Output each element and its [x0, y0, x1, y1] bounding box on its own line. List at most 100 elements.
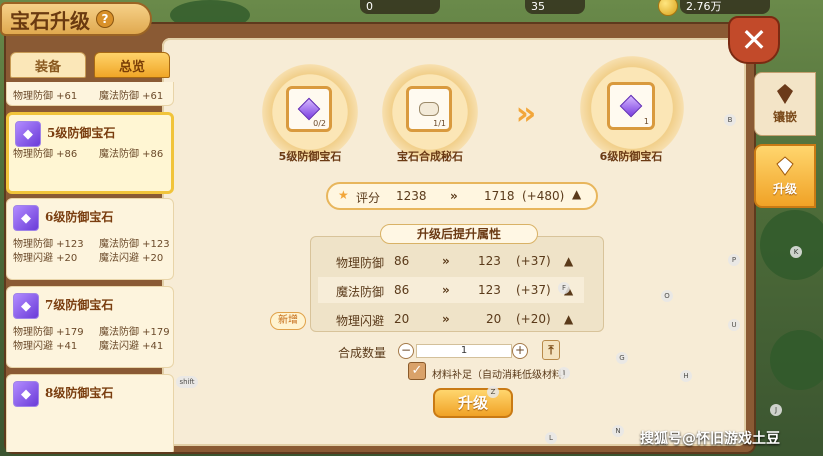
top-resource-bar: 0 35 2.76万	[150, 0, 823, 18]
list-item-attr: 物理防御 +123	[13, 239, 84, 250]
gem-list[interactable]: 物理防御 +61 魔法防御 +61 ◆ 5级防御宝石 物理防御 +86 魔法防御…	[4, 82, 176, 452]
chevron-right-icon: »	[442, 312, 450, 326]
source-gem-slot[interactable]: 0/2	[286, 86, 332, 132]
watermark: 搜狐号@怀旧游戏土豆	[640, 431, 780, 447]
attr-before: 86	[394, 283, 410, 297]
slot-count: 1	[643, 117, 649, 126]
arrow-right-icon: »	[515, 94, 537, 132]
attr-diff: (+37)	[516, 254, 551, 268]
recipe-slot[interactable]: 1/1	[406, 86, 452, 132]
key-overlay-dot[interactable]: Z	[487, 386, 499, 398]
quantity-input[interactable]: 1	[416, 344, 512, 358]
up-arrow-icon: ▲	[572, 187, 582, 201]
key-overlay-dot[interactable]: L	[545, 432, 557, 444]
list-item-attr: 魔法防御 +86	[99, 149, 164, 160]
key-overlay-dot[interactable]: N	[612, 425, 624, 437]
upgrade-button[interactable]: 升级	[433, 388, 513, 418]
quantity-minus-button[interactable]: −	[398, 343, 414, 359]
quantity-label: 合成数量	[338, 346, 387, 360]
tab-overview[interactable]: 总览	[94, 52, 170, 78]
source-gem-label: 5级防御宝石	[278, 150, 342, 163]
new-attribute-tag: 新增	[270, 312, 306, 330]
key-overlay-dot[interactable]: G	[616, 352, 628, 364]
score-bar: ★ 评分 1238 » 1718 (+480) ▲	[326, 182, 598, 210]
list-item-attr: 物理防御 +61	[13, 91, 78, 102]
list-item[interactable]: ◆ 6级防御宝石 物理防御 +123 魔法防御 +123 物理闪避 +20 魔法…	[6, 198, 174, 280]
side-tab-label: 升级	[772, 182, 797, 196]
list-item[interactable]: ◆ 8级防御宝石	[6, 374, 174, 452]
chevron-right-icon: »	[450, 189, 458, 203]
key-overlay-dot[interactable]: I	[558, 367, 570, 379]
slot-count: 1/1	[433, 119, 446, 128]
gem-icon: ◆	[13, 381, 39, 407]
gem-icon: ◆	[13, 293, 39, 319]
material-fill-checkbox[interactable]: ✓	[408, 362, 426, 380]
list-item-attr: 物理防御 +86	[13, 149, 78, 160]
list-item-name: 7级防御宝石	[45, 298, 114, 312]
gem-icon	[297, 97, 321, 121]
key-overlay-dot[interactable]: K	[790, 246, 802, 258]
gem-icon: ◆	[15, 121, 41, 147]
attr-name: 物理闪避	[336, 314, 385, 328]
list-item-attr: 魔法防御 +61	[99, 91, 164, 102]
score-label: 评分	[356, 191, 381, 205]
score-diff: (+480)	[522, 189, 565, 203]
attr-after: 123	[478, 283, 501, 297]
key-overlay-dot[interactable]: shift	[176, 376, 198, 388]
result-gem-label: 6级防御宝石	[599, 150, 663, 163]
key-overlay-dot[interactable]: J	[770, 404, 782, 416]
close-button[interactable]: ✕	[728, 16, 780, 64]
list-item-selected[interactable]: ◆ 5级防御宝石 物理防御 +86 魔法防御 +86	[6, 112, 174, 194]
list-item-name: 5级防御宝石	[47, 126, 116, 140]
key-overlay-dot[interactable]: H	[680, 370, 692, 382]
scroll-icon	[419, 102, 439, 116]
list-item-name: 8级防御宝石	[45, 386, 114, 400]
star-icon: ★	[338, 188, 349, 202]
key-overlay-dot[interactable]: F	[558, 282, 570, 294]
chevron-right-icon: »	[442, 254, 450, 268]
key-overlay-dot[interactable]: P	[728, 254, 740, 266]
attr-after: 20	[486, 312, 502, 326]
list-item-attr: 物理闪避 +20	[13, 253, 78, 264]
attr-before: 20	[394, 312, 410, 326]
quantity-plus-button[interactable]: +	[512, 343, 528, 359]
chevron-right-icon: »	[442, 283, 450, 297]
gem-socket-icon	[777, 84, 793, 104]
resource-2: 35	[525, 0, 585, 14]
attr-diff: (+37)	[516, 283, 551, 297]
up-arrow-icon: ▲	[564, 254, 574, 268]
tab-equip[interactable]: 装备	[10, 52, 86, 78]
list-item[interactable]: ◆ 7级防御宝石 物理防御 +179 魔法防御 +179 物理闪避 +41 魔法…	[6, 286, 174, 368]
attr-row: 物理防御 86 » 123 (+37) ▲	[318, 248, 584, 274]
help-icon[interactable]: ?	[96, 10, 114, 28]
recipe-label: 宝石合成秘石	[397, 150, 463, 163]
gem-icon: ◆	[13, 205, 39, 231]
side-tab-inlay[interactable]: 镶嵌	[754, 72, 816, 136]
page-title: 宝石升级	[10, 8, 90, 33]
attr-before: 86	[394, 254, 410, 268]
side-tab-upgrade[interactable]: 升级	[754, 144, 816, 208]
attr-name: 物理防御	[336, 256, 385, 270]
key-overlay-dot[interactable]: O	[661, 290, 673, 302]
slot-count: 0/2	[313, 119, 326, 128]
score-after: 1718	[484, 189, 515, 203]
list-item-attr: 魔法防御 +123	[99, 239, 170, 250]
quantity-stepper: − 1 +	[398, 343, 528, 359]
list-item-attr: 魔法防御 +179	[99, 327, 170, 338]
attr-row: 魔法防御 86 » 123 (+37) ▲	[318, 277, 584, 303]
gem-upgrade-icon	[776, 156, 794, 176]
material-fill-label: 材料补足（自动消耗低级材料）	[432, 370, 572, 381]
resource-1: 0	[360, 0, 440, 14]
gem-list-column: 装备 总览 物理防御 +61 魔法防御 +61 ◆ 5级防御宝石 物理防御 +8…	[4, 52, 176, 452]
coin-icon	[658, 0, 678, 16]
title-banner: 宝石升级 ?	[0, 2, 152, 36]
key-overlay-dot[interactable]: B	[724, 114, 736, 126]
quantity-max-button[interactable]: ⤒	[542, 340, 560, 360]
key-overlay-dot[interactable]: U	[728, 319, 740, 331]
result-gem-slot[interactable]: 1	[607, 82, 655, 130]
list-item[interactable]: 物理防御 +61 魔法防御 +61	[6, 82, 174, 106]
gem-icon	[619, 94, 643, 118]
attr-diff: (+20)	[516, 312, 551, 326]
up-arrow-icon: ▲	[564, 312, 574, 326]
list-item-attr: 魔法闪避 +20	[99, 253, 164, 264]
